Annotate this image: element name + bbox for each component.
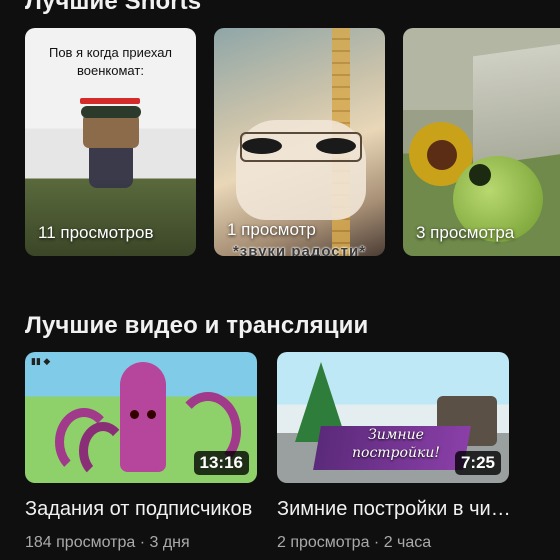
video-card-1[interactable]: ▮▮ ◆ 13:16 Задания от подписчиков 184 пр… [25, 352, 257, 552]
thumbnail-shade [25, 178, 196, 256]
short-view-count: 1 просмотр [227, 220, 316, 239]
video-thumbnail[interactable]: ▮▮ ◆ 13:16 [25, 352, 257, 483]
short-card-1[interactable]: Пов я когда приехал военкомат: 11 просмо… [25, 28, 196, 256]
video-meta: 2 просмотра · 2 часа [277, 534, 432, 551]
video-thumbnail[interactable]: Зимние постройки! 7:25 [277, 352, 509, 483]
short-overlay-text: *звуки радости* [232, 243, 367, 256]
eye-right [316, 138, 356, 154]
cabbage-eye [469, 164, 491, 186]
red-bar [80, 98, 140, 104]
thumbnail-title-text: Зимние постройки! [352, 427, 440, 461]
game-hud: ▮▮ ◆ [31, 356, 51, 366]
octopus-figure [120, 362, 166, 472]
video-title[interactable]: Задания от подписчиков [25, 498, 261, 521]
short-caption: Пов я когда приехал военкомат: [48, 45, 173, 78]
video-duration: 7:25 [454, 451, 501, 475]
short-view-count: 3 просмотра [416, 223, 515, 242]
short-view-count: 11 просмотров [38, 223, 154, 242]
sunflower-center [427, 140, 457, 170]
octopus-eye [130, 410, 139, 419]
character-cap [81, 106, 141, 118]
short-card-2[interactable]: 1 просмотр *звуки радости* [214, 28, 385, 256]
wall [473, 39, 560, 167]
videos-section-title: Лучшие видео и трансляции [25, 312, 369, 339]
eye-left [242, 138, 282, 154]
video-title[interactable]: Зимние постройки в чикен ган [277, 498, 513, 521]
video-duration: 13:16 [193, 451, 249, 475]
video-meta: 184 просмотра · 3 дня [25, 534, 190, 551]
short-card-3[interactable]: 3 просмотра [403, 28, 560, 256]
video-card-2[interactable]: Зимние постройки! 7:25 Зимние постройки … [277, 352, 513, 552]
octopus-eye [147, 410, 156, 419]
shorts-section-title: Лучшие Shorts [25, 0, 202, 15]
